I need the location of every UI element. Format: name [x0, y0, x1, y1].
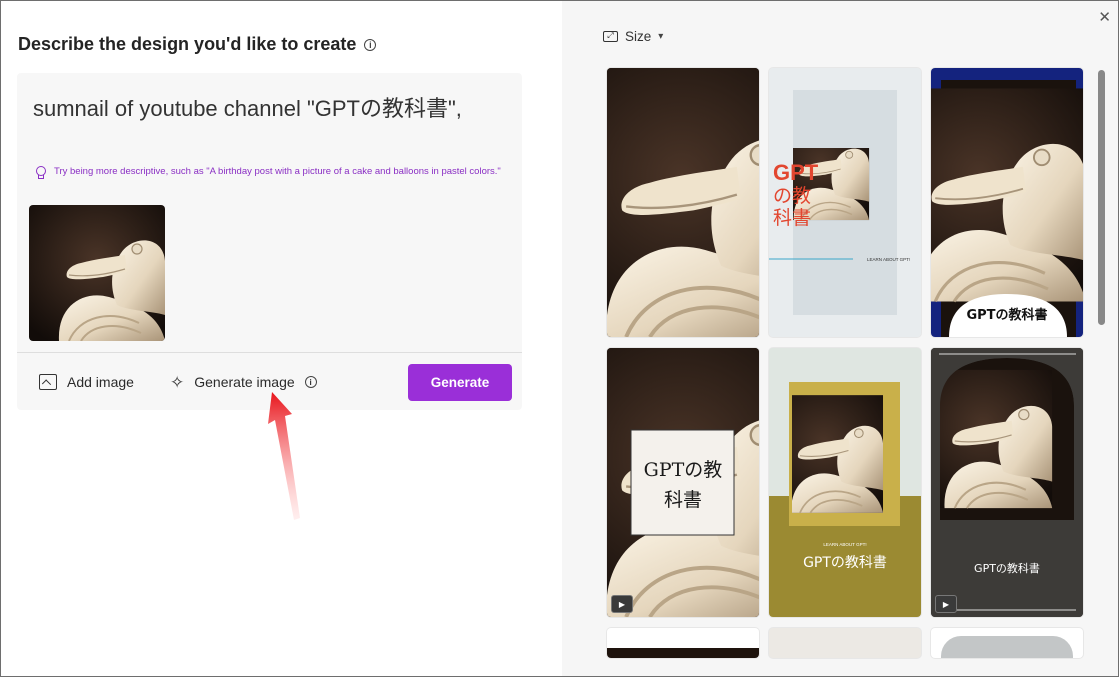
- design-2-title-line2: の教: [773, 185, 811, 207]
- video-icon: ▶: [935, 595, 957, 613]
- add-image-icon: [39, 374, 57, 390]
- design-5-title: GPTの教科書: [803, 555, 887, 571]
- design-2-title-line1: GPT: [773, 160, 819, 185]
- page-title: Describe the design you'd like to create…: [18, 34, 377, 55]
- design-6-title: GPTの教科書: [974, 561, 1040, 575]
- close-icon[interactable]: ✕: [1098, 8, 1111, 26]
- uploaded-image-thumbnail[interactable]: [29, 205, 165, 341]
- info-icon[interactable]: i: [364, 38, 377, 51]
- prompt-input[interactable]: sumnail of youtube channel "GPTの教科書",: [33, 91, 462, 123]
- design-results-panel: ✕ ⤢ Size ▾ GPT の教 科書 LEARN ABOUT GPT! GP…: [562, 0, 1119, 677]
- tip-text: Try being more descriptive, such as "A b…: [54, 166, 501, 177]
- annotation-arrow: [268, 392, 300, 520]
- design-thumbnail-7[interactable]: [607, 628, 759, 658]
- resize-icon: ⤢: [603, 31, 618, 42]
- video-icon: ▶: [611, 595, 633, 613]
- design-thumbnail-5[interactable]: LEARN ABOUT GPT! GPTの教科書: [769, 348, 921, 617]
- design-5-caption: LEARN ABOUT GPT!: [823, 542, 866, 547]
- design-thumbnail-2[interactable]: GPT の教 科書 LEARN ABOUT GPT!: [769, 68, 921, 337]
- design-thumbnail-3[interactable]: GPTの教科書: [931, 68, 1083, 337]
- design-3-title: GPTの教科書: [966, 307, 1047, 323]
- design-2-caption: LEARN ABOUT GPT!: [867, 257, 910, 262]
- design-thumbnail-1[interactable]: [607, 68, 759, 337]
- sparkle-icon: ✧: [170, 372, 185, 392]
- info-icon[interactable]: i: [304, 376, 317, 388]
- design-thumbnail-9[interactable]: [931, 628, 1083, 658]
- design-prompt-panel: Describe the design you'd like to create…: [0, 0, 562, 677]
- tip-message: Try being more descriptive, such as "A b…: [35, 165, 510, 179]
- divider: [17, 352, 522, 353]
- design-thumbnail-8[interactable]: [769, 628, 921, 658]
- size-label: Size: [625, 29, 652, 44]
- generate-button[interactable]: Generate: [408, 364, 512, 401]
- design-thumbnail-4[interactable]: GPTの教 科書 ▶: [607, 348, 759, 617]
- design-4-title-line1: GPTの教: [644, 459, 723, 481]
- add-image-label: Add image: [67, 374, 134, 390]
- generate-image-label: Generate image: [194, 374, 295, 390]
- add-image-button[interactable]: Add image: [39, 364, 134, 400]
- design-4-title-line2: 科書: [664, 489, 702, 511]
- design-2-title-line3: 科書: [773, 207, 811, 229]
- scrollbar[interactable]: [1098, 70, 1105, 325]
- page-title-text: Describe the design you'd like to create: [18, 34, 357, 54]
- lightbulb-icon: [35, 165, 46, 179]
- prompt-card: sumnail of youtube channel "GPTの教科書", Tr…: [17, 73, 522, 410]
- size-dropdown[interactable]: ⤢ Size ▾: [603, 29, 663, 44]
- design-thumbnail-6[interactable]: GPTの教科書 ▶: [931, 348, 1083, 617]
- chevron-down-icon: ▾: [658, 31, 664, 42]
